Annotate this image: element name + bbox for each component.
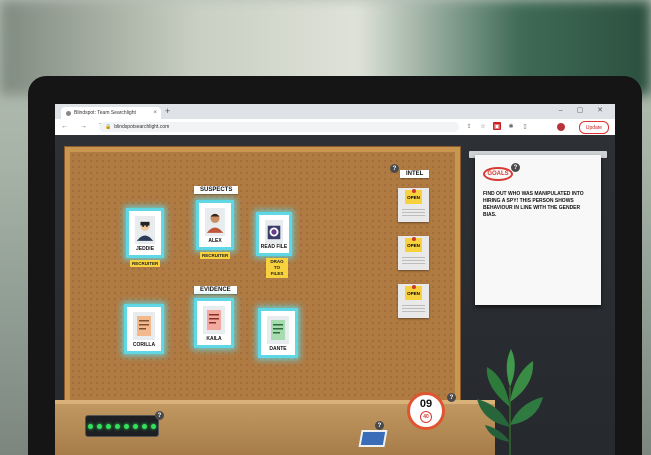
url-text: blindspotsearchlight.com xyxy=(114,124,170,130)
led-light xyxy=(133,423,138,429)
browser-tab[interactable]: Blindspot: Team Searchlight × xyxy=(61,107,161,119)
led-light xyxy=(97,423,102,429)
led-light xyxy=(124,423,129,429)
suspect-card-jeddie[interactable]: JEDDIE xyxy=(126,208,164,258)
intel-card-1[interactable]: OPEN xyxy=(398,188,429,222)
sidebar-icon[interactable]: ▯ xyxy=(521,122,529,130)
code-lock-device[interactable] xyxy=(85,415,159,437)
tab-close-icon[interactable]: × xyxy=(153,110,157,116)
timer-seconds: 40 xyxy=(420,411,432,423)
suspect-name: JEDDIE xyxy=(135,246,155,252)
drag-to-files-tag: DRAG TO FILES xyxy=(266,258,288,278)
read-file-card[interactable]: READ FILE xyxy=(256,212,292,256)
timer-clock: 09 40 xyxy=(407,392,445,430)
toolbar-icons: ⇪ ☆ ▣ ✱ ▯ xyxy=(465,122,529,130)
intel-card-2[interactable]: OPEN xyxy=(398,236,429,270)
intel-lines xyxy=(402,257,425,265)
goals-text: FIND OUT WHO WAS MANIPULATED INTO HIRING… xyxy=(483,191,584,218)
goals-title: GOALS xyxy=(483,167,513,181)
profile-avatar[interactable] xyxy=(557,123,565,131)
window-controls[interactable]: – ▢ ✕ xyxy=(559,106,609,114)
pin-icon xyxy=(412,189,416,193)
plant-icon xyxy=(477,349,543,455)
evidence-label: EVIDENCE xyxy=(194,286,237,294)
address-bar-row: ← → ↻ 🔒 blindspotsearchlight.com ⇪ ☆ ▣ ✱… xyxy=(55,119,615,136)
suspect-name: ALEX xyxy=(208,238,222,244)
suspect-role-tag: RECRUITER xyxy=(130,260,161,267)
url-field[interactable]: 🔒 blindspotsearchlight.com xyxy=(99,122,459,132)
led-light xyxy=(88,423,93,429)
person-portrait-icon xyxy=(205,208,225,236)
person-portrait-icon xyxy=(135,216,155,244)
lock-icon: 🔒 xyxy=(105,124,112,130)
puzzle-icon[interactable]: ✱ xyxy=(507,122,515,130)
pin-icon xyxy=(412,285,416,289)
blue-paper-item[interactable] xyxy=(358,430,388,447)
document-icon xyxy=(267,316,289,344)
intel-lines xyxy=(402,209,425,217)
device-help-icon[interactable]: ? xyxy=(155,411,164,420)
evidence-name: KAILA xyxy=(206,336,222,342)
file-icon xyxy=(265,220,283,244)
pin-icon xyxy=(412,237,416,241)
timer-minutes: 09 xyxy=(419,398,433,410)
goals-panel: GOALS ? FIND OUT WHO WAS MANIPULATED INT… xyxy=(475,155,601,305)
update-button[interactable]: Update xyxy=(578,121,609,134)
evidence-card-dante[interactable]: DANTE xyxy=(258,308,298,358)
led-light xyxy=(115,423,120,429)
tab-title: Blindspot: Team Searchlight xyxy=(74,110,136,116)
goals-help-icon[interactable]: ? xyxy=(511,163,520,172)
suspect-role-tag: RECRUITER xyxy=(200,252,231,259)
document-icon xyxy=(203,306,225,334)
intel-card-3[interactable]: OPEN xyxy=(398,284,429,318)
intel-lines xyxy=(402,305,425,313)
suspects-label: SUSPECTS xyxy=(194,186,239,194)
bookmark-star-icon[interactable]: ☆ xyxy=(479,122,487,130)
extension-icon[interactable]: ▣ xyxy=(493,122,501,130)
new-tab-button[interactable]: + xyxy=(165,106,170,116)
document-icon xyxy=(133,312,155,340)
site-favicon-icon xyxy=(66,110,71,116)
intel-label: INTEL xyxy=(400,170,430,178)
timer-help-icon[interactable]: ? xyxy=(447,393,456,402)
intel-help-icon[interactable]: ? xyxy=(390,164,399,173)
led-light xyxy=(106,423,111,429)
paper-help-icon[interactable]: ? xyxy=(375,421,384,430)
share-icon[interactable]: ⇪ xyxy=(465,122,473,130)
evidence-card-kaila[interactable]: KAILA xyxy=(194,298,234,348)
led-light xyxy=(142,423,147,429)
screen: Blindspot: Team Searchlight × + – ▢ ✕ ← … xyxy=(55,104,615,455)
evidence-name: DANTE xyxy=(269,346,287,352)
evidence-name: CORILLA xyxy=(132,342,156,348)
game-scene: SUSPECTS EVIDENCE JEDDIE RECRUITER ALEX … xyxy=(55,135,615,455)
browser-tab-bar: Blindspot: Team Searchlight × + – ▢ ✕ xyxy=(55,104,615,119)
suspect-card-alex[interactable]: ALEX xyxy=(196,200,234,250)
cork-board: SUSPECTS EVIDENCE JEDDIE RECRUITER ALEX … xyxy=(65,147,460,409)
read-file-label: READ FILE xyxy=(260,244,288,250)
evidence-card-corilla[interactable]: CORILLA xyxy=(124,304,164,354)
led-light xyxy=(151,423,156,429)
